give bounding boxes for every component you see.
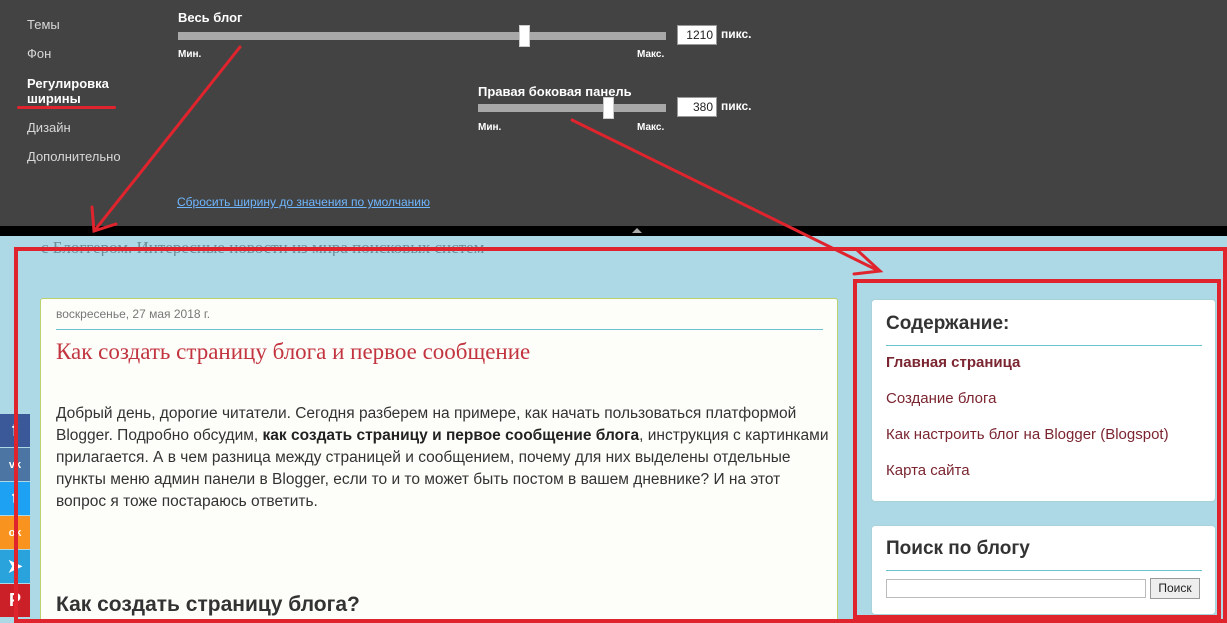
nav-layout[interactable]: Дизайн <box>27 120 71 135</box>
nav-adjust-widths-line2: ширины <box>27 91 81 106</box>
blog-width-slider-track[interactable] <box>178 32 666 40</box>
blog-width-min-label: Мин. <box>178 49 202 60</box>
sidebar-width-max-label: Макс. <box>637 122 665 133</box>
nav-advanced[interactable]: Дополнительно <box>27 149 121 164</box>
collapse-panel-icon[interactable] <box>632 228 642 233</box>
blog-width-title: Весь блог <box>178 10 243 25</box>
template-designer-panel: Темы Фон Регулировка ширины Дизайн Допол… <box>0 0 1227 226</box>
nav-adjust-widths-line1: Регулировка <box>27 76 109 91</box>
sidebar-width-input[interactable]: 380 <box>677 97 717 117</box>
blog-width-input[interactable]: 1210 <box>677 25 717 45</box>
panel-divider <box>0 226 1227 236</box>
annotation-underline <box>17 106 116 109</box>
sidebar-width-unit: пикс. <box>721 99 752 113</box>
nav-themes[interactable]: Темы <box>27 17 60 32</box>
nav-adjust-widths[interactable]: Регулировка ширины <box>27 76 109 106</box>
blog-width-max-label: Макс. <box>637 49 665 60</box>
nav-background[interactable]: Фон <box>27 46 51 61</box>
sidebar-width-slider-thumb[interactable] <box>602 97 614 119</box>
reset-width-link[interactable]: Сбросить ширину до значения по умолчанию <box>177 195 430 209</box>
sidebar-width-slider-track[interactable] <box>478 104 666 112</box>
blog-width-unit: пикс. <box>721 27 752 41</box>
sidebar-width-min-label: Мин. <box>478 122 502 133</box>
blog-width-slider-thumb[interactable] <box>519 25 531 47</box>
annotation-sidebar-box <box>853 279 1221 619</box>
